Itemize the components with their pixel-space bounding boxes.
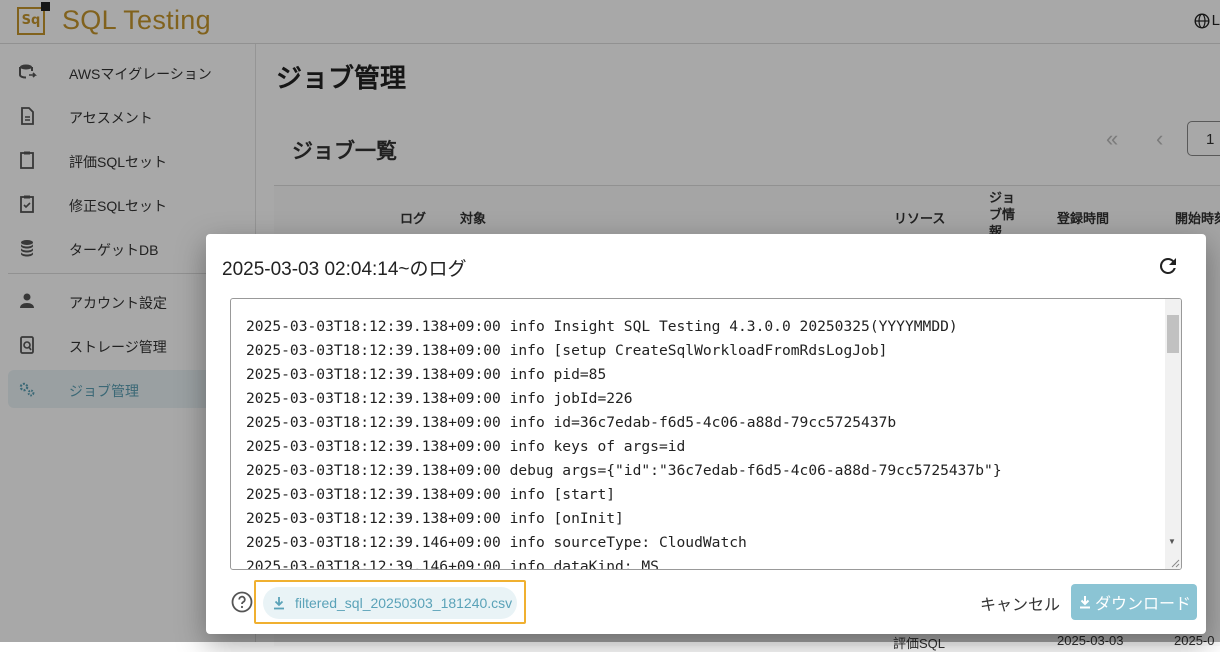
scroll-down-arrow-icon[interactable]: ▼ xyxy=(1168,537,1176,546)
file-name: filtered_sql_20250303_181240.csv xyxy=(295,595,513,611)
resize-grip-icon[interactable] xyxy=(1170,558,1180,568)
download-icon xyxy=(274,597,284,610)
log-dialog: 2025-03-03 02:04:14~のログ 2025-03-03T18:12… xyxy=(206,234,1206,634)
log-line: 2025-03-03T18:12:39.138+09:00 info [setu… xyxy=(246,342,888,359)
log-line: 2025-03-03T18:12:39.138+09:00 info [onIn… xyxy=(246,510,624,527)
log-line: 2025-03-03T18:12:39.138+09:00 info id=36… xyxy=(246,414,897,431)
help-icon[interactable] xyxy=(230,590,254,614)
log-textarea[interactable]: 2025-03-03T18:12:39.138+09:00 info Insig… xyxy=(230,298,1182,570)
scrollbar-thumb[interactable] xyxy=(1167,315,1179,353)
log-line: 2025-03-03T18:12:39.138+09:00 info pid=8… xyxy=(246,366,607,383)
log-line: 2025-03-03T18:12:39.138+09:00 info [star… xyxy=(246,486,616,503)
log-line: 2025-03-03T18:12:39.146+09:00 info dataK… xyxy=(246,558,659,570)
cancel-button[interactable]: キャンセル xyxy=(972,586,1068,620)
dialog-title: 2025-03-03 02:04:14~のログ xyxy=(222,259,467,280)
refresh-icon[interactable] xyxy=(1156,254,1180,278)
log-line: 2025-03-03T18:12:39.138+09:00 info keys … xyxy=(246,438,686,455)
download-button-label: ダウンロード xyxy=(1095,596,1192,613)
download-file-chip[interactable]: filtered_sql_20250303_181240.csv xyxy=(263,587,517,619)
log-content: 2025-03-03T18:12:39.138+09:00 info Insig… xyxy=(246,315,1161,570)
log-line: 2025-03-03T18:12:39.146+09:00 info sourc… xyxy=(246,534,747,551)
download-button[interactable]: ダウンロード xyxy=(1071,584,1197,620)
log-line: 2025-03-03T18:12:39.138+09:00 info Insig… xyxy=(246,318,958,335)
log-line: 2025-03-03T18:12:39.138+09:00 debug args… xyxy=(246,462,1002,479)
download-icon xyxy=(1080,596,1090,609)
log-line: 2025-03-03T18:12:39.138+09:00 info jobId… xyxy=(246,390,633,407)
log-scrollbar[interactable]: ▼ xyxy=(1165,299,1181,569)
